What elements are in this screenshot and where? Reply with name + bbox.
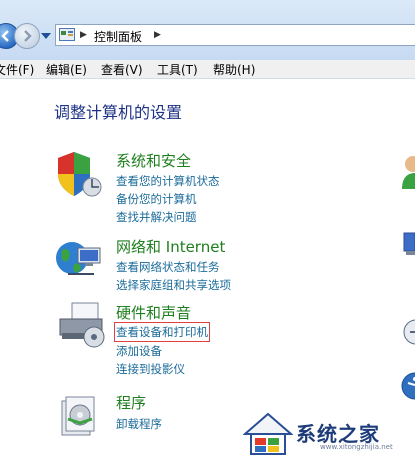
menu-help[interactable]: 帮助(H) [213, 61, 255, 78]
control-panel-icon [59, 28, 75, 41]
clock-region-icon[interactable] [402, 317, 415, 347]
category-hardware-sound[interactable]: 硬件和声音 [116, 302, 191, 323]
watermark-logo [243, 412, 293, 455]
category-programs[interactable]: 程序 [116, 392, 146, 413]
link-add-device[interactable]: 添加设备 [116, 343, 162, 359]
link-view-computer-status[interactable]: 查看您的计算机状态 [116, 173, 220, 189]
chevron-down-icon[interactable] [41, 33, 51, 39]
shield-icon[interactable] [54, 149, 104, 199]
breadcrumb-separator[interactable]: ▶ [154, 30, 161, 40]
link-backup-computer[interactable]: 备份您的计算机 [116, 191, 197, 207]
link-connect-projector[interactable]: 连接到投影仪 [116, 361, 185, 377]
page-title: 调整计算机的设置 [54, 103, 183, 122]
link-homegroup-sharing[interactable]: 选择家庭组和共享选项 [116, 277, 231, 293]
printer-icon[interactable] [54, 301, 106, 351]
menu-file[interactable]: 文件(F) [0, 61, 34, 78]
network-globe-icon[interactable] [54, 234, 104, 284]
control-panel-content: 调整计算机的设置 系统和安全 查看您的计算机状态 备份您的计算机 查找并解决问题… [0, 79, 415, 457]
arrow-right-icon [24, 30, 32, 42]
ease-of-access-icon[interactable] [400, 371, 415, 401]
user-accounts-icon[interactable] [400, 153, 415, 189]
link-find-fix-problems[interactable]: 查找并解决问题 [116, 209, 197, 225]
breadcrumb-control-panel[interactable]: 控制面板 [94, 28, 142, 45]
category-network-internet[interactable]: 网络和 Internet [116, 236, 225, 257]
navigation-bar: ▶ 控制面板 ▶ [0, 0, 415, 60]
menu-tools[interactable]: 工具(T) [157, 61, 198, 78]
link-devices-printers[interactable]: 查看设备和打印机 [114, 322, 210, 342]
menu-view[interactable]: 查看(V) [101, 61, 143, 78]
breadcrumb-separator[interactable]: ▶ [80, 30, 87, 40]
link-uninstall-program[interactable]: 卸载程序 [116, 416, 162, 432]
menu-bar: 文件(F) 编辑(E) 查看(V) 工具(T) 帮助(H) [0, 60, 415, 79]
arrow-left-icon [1, 30, 9, 42]
menu-edit[interactable]: 编辑(E) [46, 61, 87, 78]
programs-icon[interactable] [54, 391, 104, 441]
forward-button[interactable] [14, 23, 40, 49]
category-system-security[interactable]: 系统和安全 [116, 150, 191, 171]
link-view-network-status[interactable]: 查看网络状态和任务 [116, 259, 220, 275]
appearance-icon[interactable] [402, 231, 415, 259]
address-bar[interactable]: ▶ 控制面板 ▶ [55, 24, 415, 46]
watermark-url: www.xitongzhijia.net [320, 443, 393, 451]
